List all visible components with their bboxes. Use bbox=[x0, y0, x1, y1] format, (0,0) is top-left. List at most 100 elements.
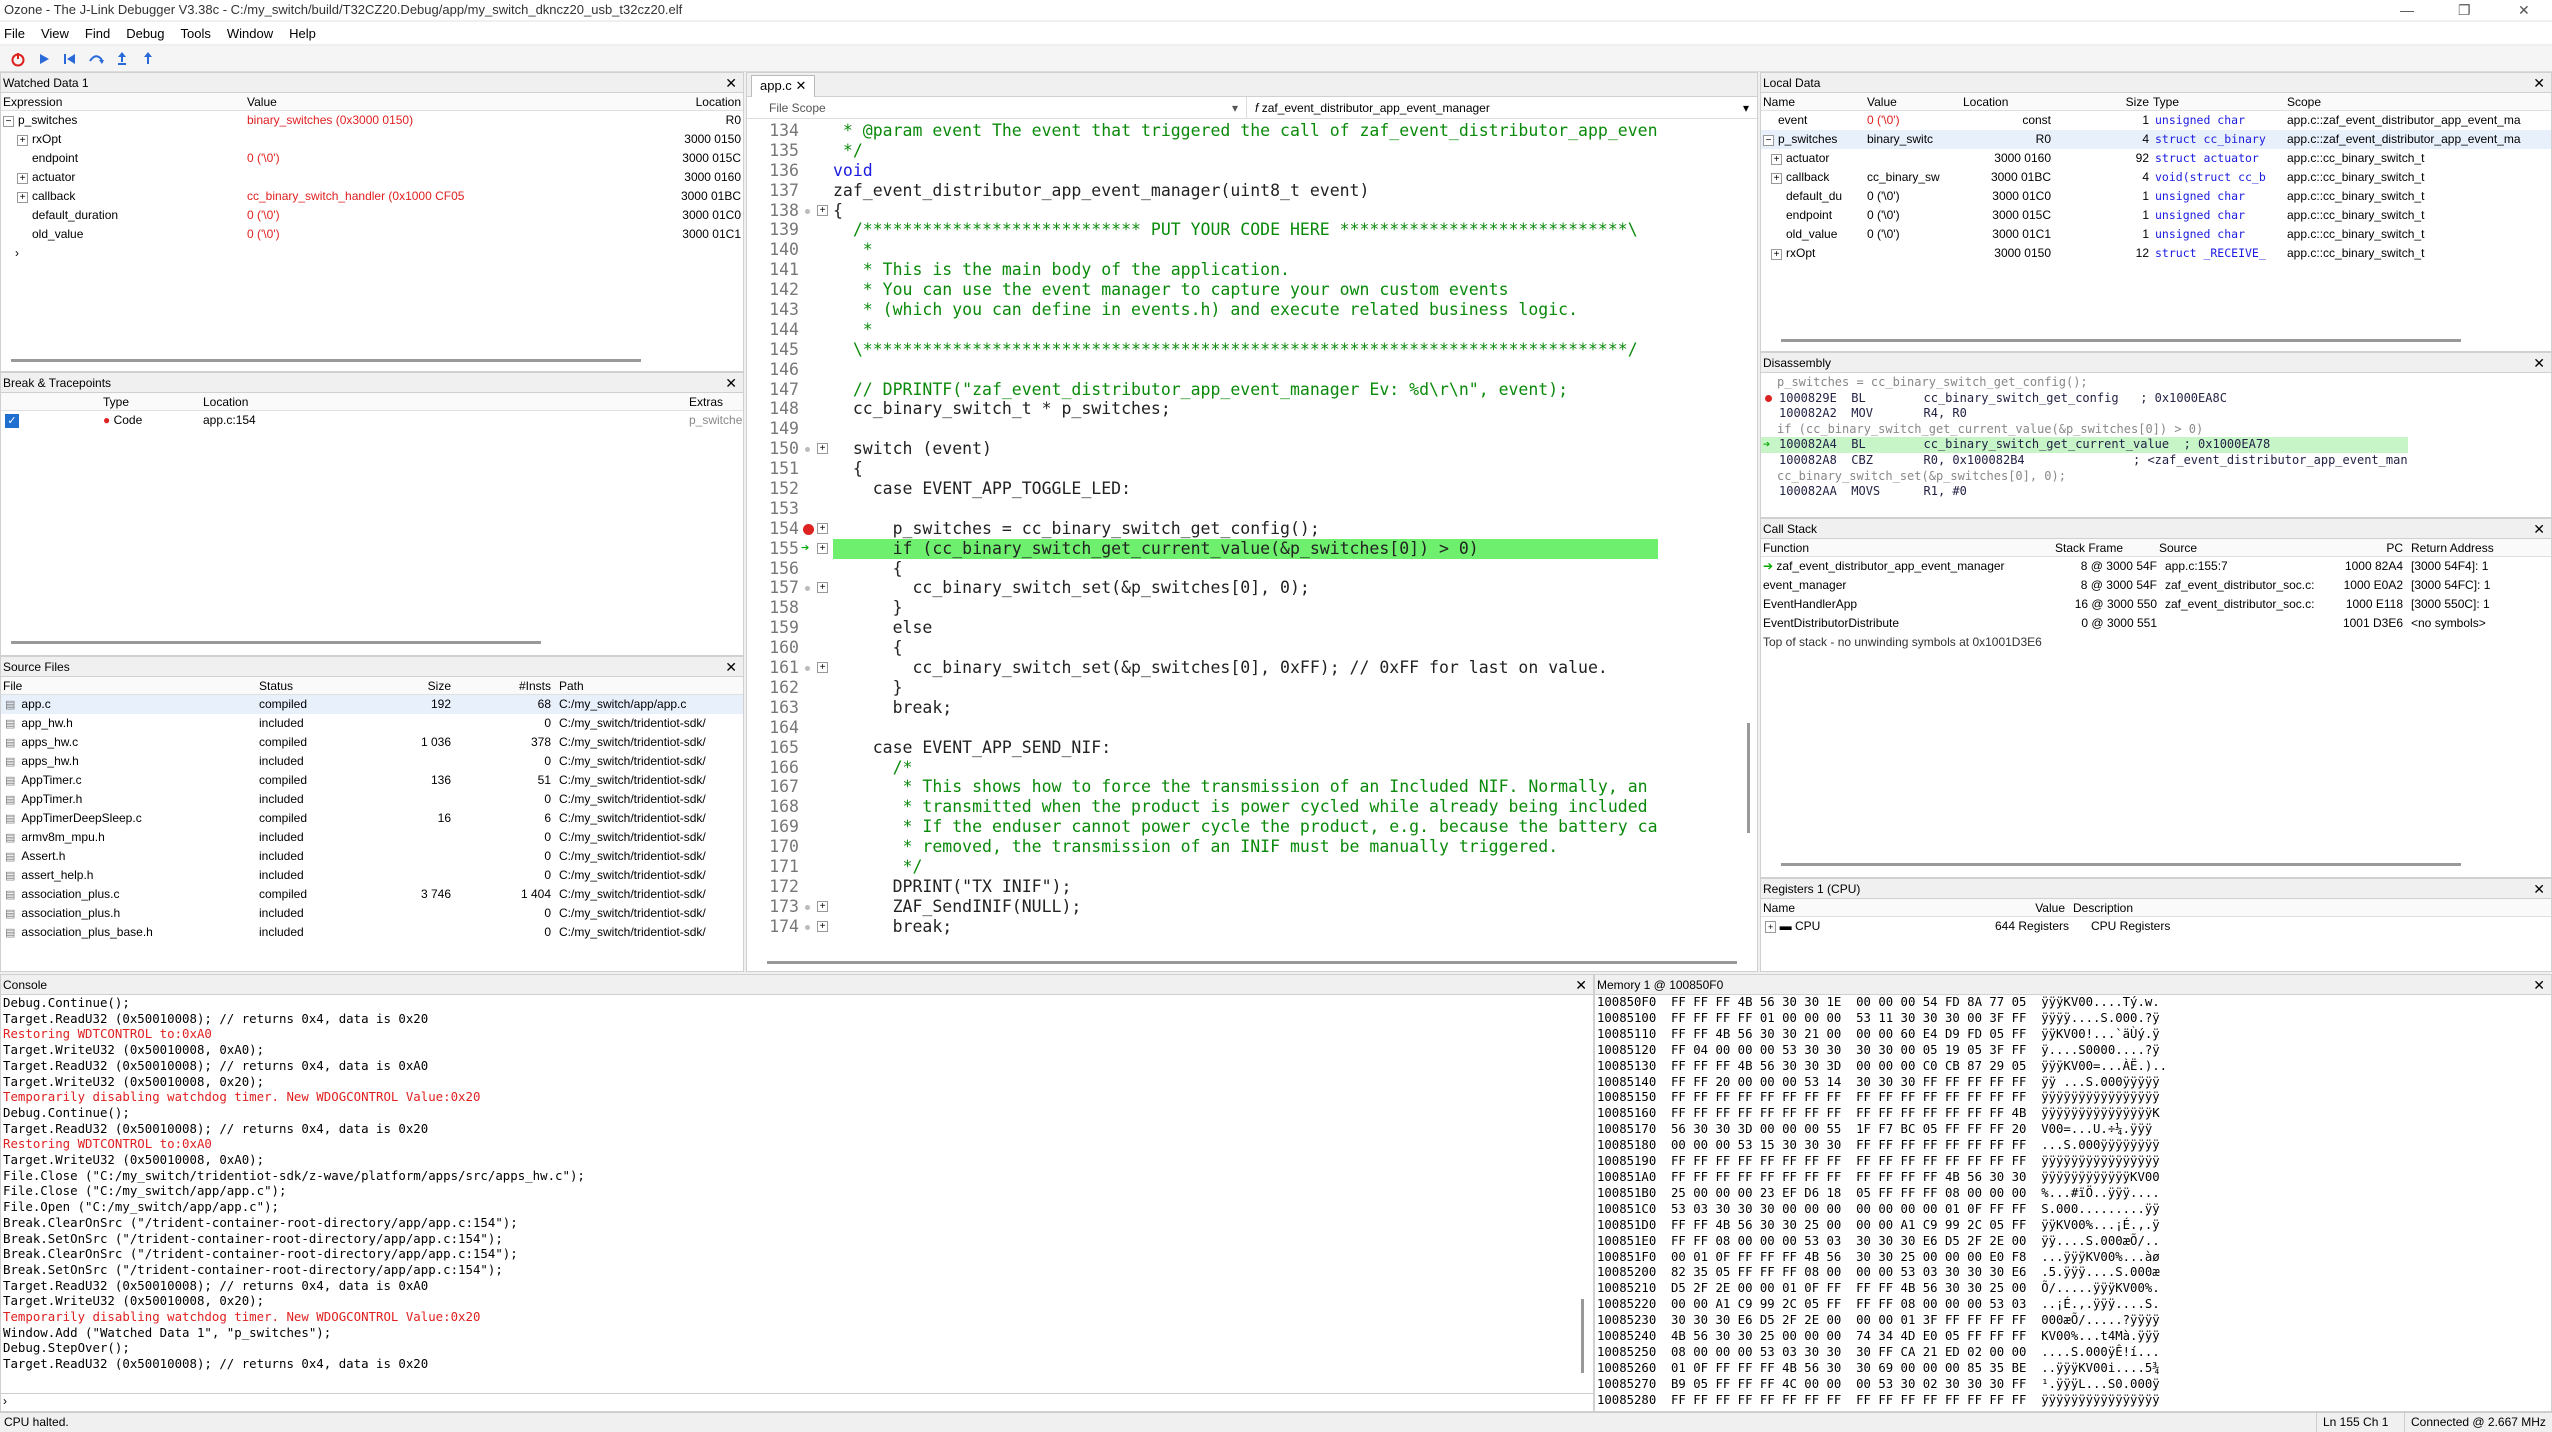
expand-icon[interactable]: + bbox=[1771, 173, 1782, 184]
source-file-row[interactable]: ▤ AppTimer.c compiled 136 51 C:/my_switch/tri… bbox=[1, 771, 743, 790]
line-number[interactable]: 149 bbox=[747, 419, 805, 439]
close-icon[interactable]: ✕ bbox=[2533, 73, 2545, 93]
code-line[interactable]: 135 */ bbox=[747, 141, 1658, 161]
source-file-row[interactable]: ▤ association_plus.h included 0 C:/my_switch… bbox=[1, 904, 743, 923]
code-line[interactable]: 138 + { bbox=[747, 201, 1658, 221]
breakpoint-checkbox[interactable]: ✓ bbox=[1, 411, 101, 430]
continue-icon[interactable] bbox=[36, 51, 52, 67]
local-row[interactable]: + rxOpt 3000 0150 12 struct _RECEIVE_ app.c::… bbox=[1761, 244, 2551, 263]
maximize-icon[interactable]: ❐ bbox=[2458, 0, 2471, 20]
code-line[interactable]: 139 /**************************** PUT YO… bbox=[747, 220, 1658, 240]
code-line[interactable]: 153 bbox=[747, 499, 1658, 519]
line-number[interactable]: 168 bbox=[747, 797, 805, 817]
memory-line[interactable]: 100851B0 25 00 00 00 23 EF D6 18 05 FF F… bbox=[1597, 1186, 2551, 1202]
menu-debug[interactable]: Debug bbox=[126, 26, 164, 41]
line-number[interactable]: 148 bbox=[747, 399, 805, 419]
fold-icon[interactable]: + bbox=[817, 900, 828, 912]
col-function[interactable]: Function bbox=[1761, 539, 2053, 556]
line-number[interactable]: 147 bbox=[747, 380, 805, 400]
line-number[interactable]: 174 bbox=[747, 917, 805, 937]
disassembly-line[interactable]: cc_binary_switch_set(&p_switches[0], 0); bbox=[1761, 469, 2408, 485]
disassembly-view[interactable]: p_switches = cc_binary_switch_get_config… bbox=[1761, 375, 2541, 515]
disassembly-line[interactable]: p_switches = cc_binary_switch_get_config… bbox=[1761, 375, 2408, 391]
watch-row[interactable]: + callback cc_binary_switch_handler (0x100… bbox=[1, 187, 743, 206]
memory-line[interactable]: 10085150 FF FF FF FF FF FF FF FF FF FF F… bbox=[1597, 1090, 2551, 1106]
memory-line[interactable]: 10085100 FF FF FF FF 01 00 00 00 53 11 3… bbox=[1597, 1011, 2551, 1027]
code-line[interactable]: 147 // DPRINTF("zaf_event_distributor_ap… bbox=[747, 380, 1658, 400]
source-file-row[interactable]: ▤ app.c compiled 192 68 C:/my_switch/app/app.… bbox=[1, 695, 743, 714]
col-name[interactable]: Name bbox=[1761, 93, 1865, 110]
line-number[interactable]: 164 bbox=[747, 718, 805, 738]
code-line[interactable]: 173 + ZAF_SendINIF(NULL); bbox=[747, 897, 1658, 917]
line-number[interactable]: 155 bbox=[747, 539, 805, 559]
code-line[interactable]: 136 void bbox=[747, 161, 1658, 181]
local-row[interactable]: old_value 0 ('\0') 3000 01C1 1 unsigned char… bbox=[1761, 225, 2551, 244]
expand-icon[interactable]: + bbox=[17, 173, 28, 184]
breakpoint-slot-icon[interactable] bbox=[805, 586, 810, 592]
code-line[interactable]: 143 * (which you can define in events.h)… bbox=[747, 300, 1658, 320]
line-number[interactable]: 150 bbox=[747, 439, 805, 459]
col-size[interactable]: Size bbox=[2059, 93, 2149, 110]
line-number[interactable]: 152 bbox=[747, 479, 805, 499]
col-pc[interactable]: PC bbox=[2327, 539, 2403, 556]
step-over-icon[interactable] bbox=[88, 51, 104, 67]
code-line[interactable]: 151 { bbox=[747, 459, 1658, 479]
code-line[interactable]: 141 * This is the main body of the appli… bbox=[747, 260, 1658, 280]
expand-icon[interactable]: + bbox=[17, 135, 28, 146]
watch-row[interactable]: + rxOpt 3000 0150 bbox=[1, 130, 743, 149]
close-icon[interactable]: ✕ bbox=[725, 373, 737, 393]
close-icon[interactable]: ✕ bbox=[2533, 975, 2545, 995]
breakpoint-slot-icon[interactable] bbox=[805, 924, 810, 930]
minimize-icon[interactable]: — bbox=[2400, 0, 2414, 20]
code-line[interactable]: 164 bbox=[747, 718, 1658, 738]
close-icon[interactable]: ✕ bbox=[795, 78, 806, 93]
col-location[interactable]: Location bbox=[1961, 93, 2059, 110]
line-number[interactable]: 172 bbox=[747, 877, 805, 897]
code-line[interactable]: 134 * @param event The event that trigge… bbox=[747, 121, 1657, 141]
memory-line[interactable]: 10085270 B9 05 FF FF FF 4C 00 00 00 53 3… bbox=[1597, 1377, 2551, 1393]
fold-icon[interactable]: + bbox=[817, 204, 828, 216]
local-row[interactable]: + actuator 3000 0160 92 struct actuator app.c… bbox=[1761, 149, 2551, 168]
col-expression[interactable]: Expression bbox=[1, 93, 245, 110]
memory-line[interactable]: 10085120 FF 04 00 00 00 53 30 30 30 30 0… bbox=[1597, 1043, 2551, 1059]
code-view[interactable]: 134 * @param event The event that trigge… bbox=[747, 121, 1737, 961]
expand-icon[interactable]: − bbox=[1763, 135, 1774, 146]
memory-line[interactable]: 10085180 00 00 00 53 15 30 30 30 FF FF F… bbox=[1597, 1138, 2551, 1154]
memory-line[interactable]: 10085170 56 30 30 3D 00 00 00 55 1F F7 B… bbox=[1597, 1122, 2551, 1138]
line-number[interactable]: 140 bbox=[747, 240, 805, 260]
line-number[interactable]: 166 bbox=[747, 758, 805, 778]
tab-app-c[interactable]: app.c ✕ bbox=[751, 75, 816, 97]
line-number[interactable]: 171 bbox=[747, 857, 805, 877]
breakpoint-slot-icon[interactable] bbox=[805, 904, 810, 910]
col-type[interactable]: Type bbox=[101, 393, 201, 410]
code-line[interactable]: 169 * If the enduser cannot power cycle … bbox=[747, 817, 1657, 837]
step-out-icon[interactable] bbox=[140, 51, 156, 67]
call-stack-row[interactable]: ➔ zaf_event_distributor_app_event_manage… bbox=[1761, 557, 2551, 576]
code-line[interactable]: 140 * bbox=[747, 240, 1658, 260]
call-stack-row[interactable]: EventHandlerApp 16 @ 3000 550 zaf_event_di… bbox=[1761, 595, 2551, 614]
code-line[interactable]: 154 + p_switches = cc_binary_switch_get_c… bbox=[747, 519, 1658, 539]
breakpoint-row[interactable]: ✓ ● Code app.c:154 p_switche bbox=[1, 411, 743, 430]
line-number[interactable]: 144 bbox=[747, 320, 805, 340]
memory-line[interactable]: 100851E0 FF FF 08 00 00 00 53 03 30 30 3… bbox=[1597, 1234, 2551, 1250]
line-number[interactable]: 173 bbox=[747, 897, 805, 917]
fold-icon[interactable]: + bbox=[817, 582, 828, 594]
local-row[interactable]: + callback cc_binary_sw 3000 01BC 4 void(stru… bbox=[1761, 168, 2551, 187]
code-line[interactable]: 161 + cc_binary_switch_set(&p_switches[0]… bbox=[747, 658, 1658, 678]
line-number[interactable]: 146 bbox=[747, 360, 805, 380]
code-line[interactable]: 137 zaf_event_distributor_app_event_manag… bbox=[747, 181, 1658, 201]
source-file-row[interactable]: ▤ Assert.h included 0 C:/my_switch/tridentio… bbox=[1, 847, 743, 866]
menu-window[interactable]: Window bbox=[227, 26, 273, 41]
call-stack-row[interactable]: event_manager 8 @ 3000 54F zaf_event_distr… bbox=[1761, 576, 2551, 595]
memory-line[interactable]: 100850F0 FF FF FF 4B 56 30 30 1E 00 00 0… bbox=[1597, 995, 2551, 1011]
code-line[interactable]: 157 + cc_binary_switch_set(&p_switches[0]… bbox=[747, 578, 1658, 598]
scrollbar[interactable] bbox=[1781, 339, 2461, 342]
close-icon[interactable]: ✕ bbox=[2533, 879, 2545, 899]
code-line[interactable]: 149 bbox=[747, 419, 1658, 439]
source-file-row[interactable]: ▤ AppTimer.h included 0 C:/my_switch/trident… bbox=[1, 790, 743, 809]
line-number[interactable]: 158 bbox=[747, 598, 805, 618]
console-input[interactable]: › bbox=[1, 1393, 1593, 1411]
local-row[interactable]: default_du 0 ('\0') 3000 01C0 1 unsigned cha… bbox=[1761, 187, 2551, 206]
memory-line[interactable]: 10085280 FF FF FF FF FF FF FF FF FF FF F… bbox=[1597, 1393, 2551, 1409]
breakpoint-slot-icon[interactable] bbox=[805, 666, 810, 672]
